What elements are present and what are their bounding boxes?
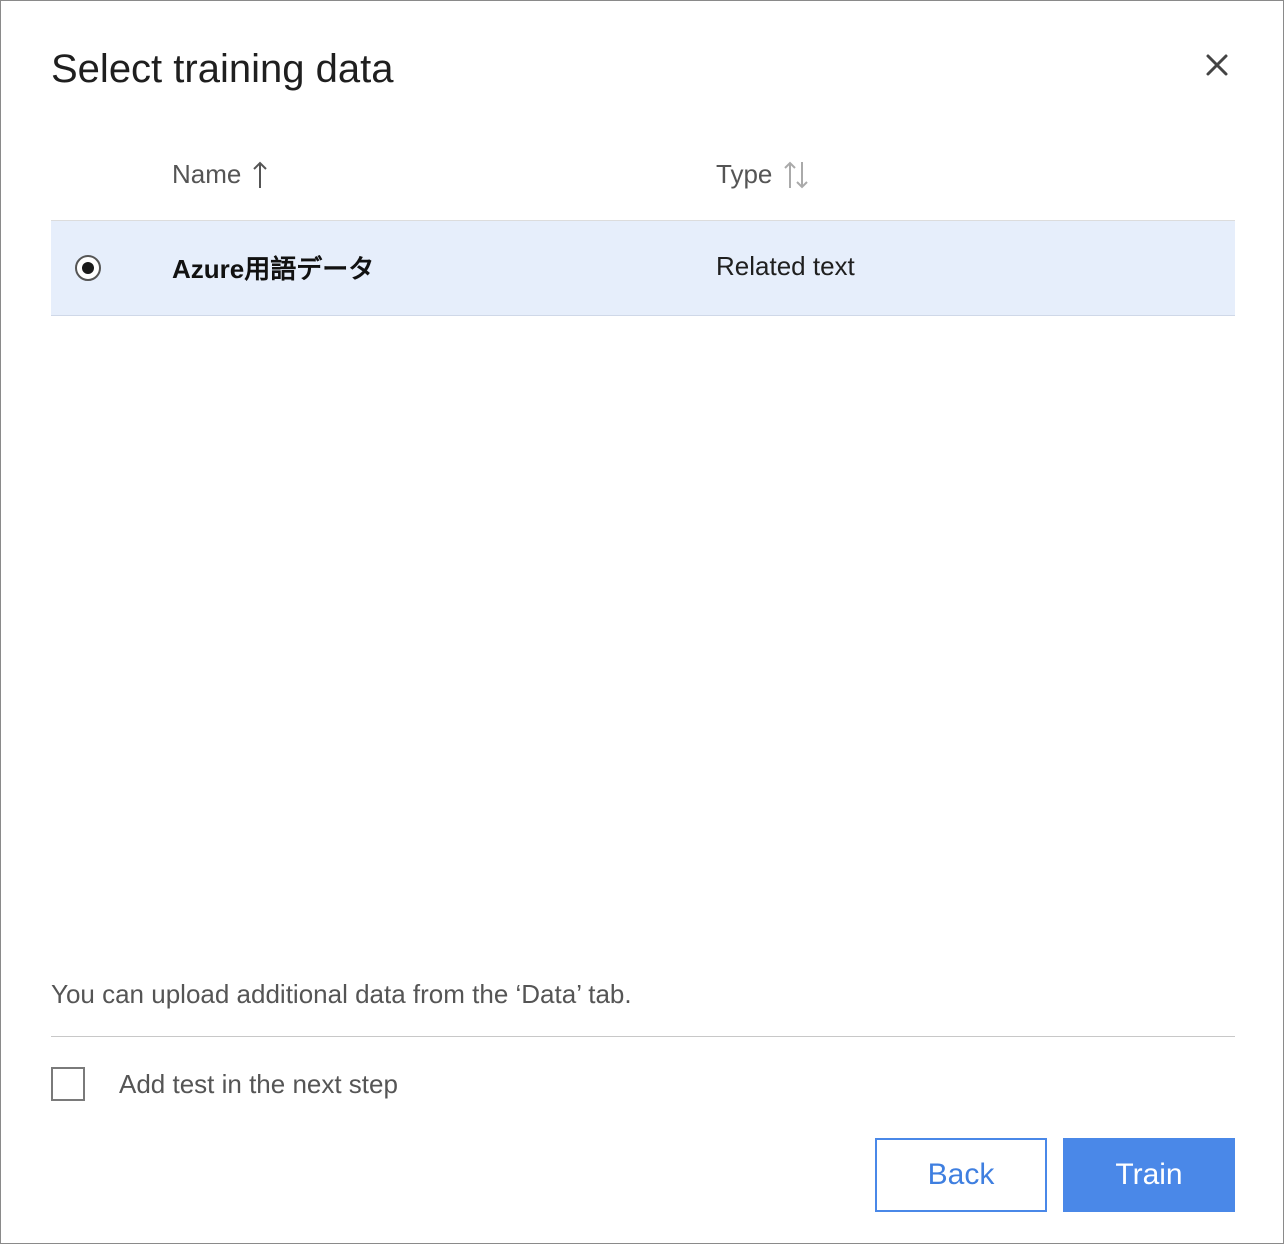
back-button[interactable]: Back [875,1138,1047,1212]
close-button[interactable] [1197,45,1237,85]
sort-ascending-icon [253,161,268,188]
column-header-type-label: Type [716,159,773,189]
radio-selected-dot [82,262,94,274]
column-header-type[interactable]: Type [716,159,810,190]
footer-divider [51,1036,1235,1037]
train-button[interactable]: Train [1063,1138,1235,1212]
table-header-row: Name Type [51,141,1235,221]
upload-info-text: You can upload additional data from the … [51,979,632,1009]
training-data-table: Name Type Azure用語データ Related text [51,141,1235,316]
add-test-label: Add test in the next step [119,1068,398,1099]
close-icon [1206,54,1228,76]
row-radio-button[interactable] [75,255,101,281]
cell-name: Azure用語データ [172,254,375,284]
sort-both-icon [784,161,809,188]
cell-type: Related text [716,251,855,281]
column-header-name[interactable]: Name [172,159,269,190]
column-header-name-label: Name [172,159,242,189]
dialog-title: Select training data [51,47,394,91]
select-training-data-dialog: Select training data Name Type Azure用語デー… [0,0,1284,1244]
add-test-checkbox[interactable] [51,1067,85,1101]
add-test-option[interactable]: Add test in the next step [51,1067,398,1101]
table-row[interactable]: Azure用語データ Related text [51,221,1235,316]
